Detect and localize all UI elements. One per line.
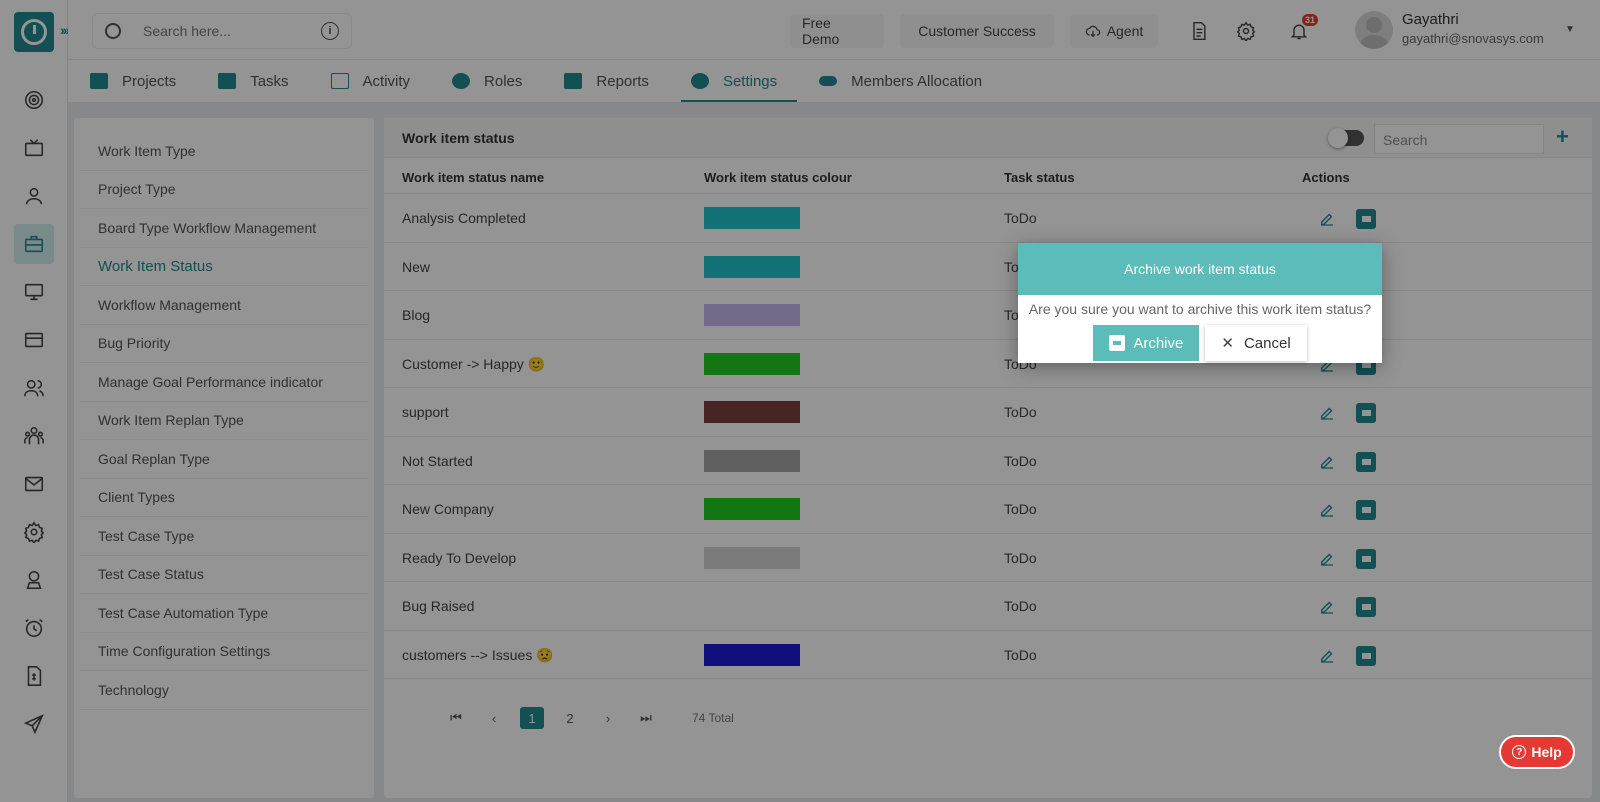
dialog-message: Are you sure you want to archive this wo… (1028, 301, 1372, 317)
dialog-actions: Archive ✕ Cancel (1018, 325, 1382, 361)
archive-button[interactable]: Archive (1093, 325, 1200, 361)
archive-icon (1109, 335, 1126, 351)
question-icon: ? (1512, 745, 1527, 759)
dialog-title: Archive work item status (1018, 243, 1382, 295)
archive-dialog: Archive work item status Are you sure yo… (1018, 243, 1382, 363)
modal-backdrop[interactable] (0, 0, 1600, 802)
cancel-label: Cancel (1243, 334, 1291, 352)
cancel-button[interactable]: ✕ Cancel (1205, 325, 1307, 361)
close-icon: ✕ (1221, 335, 1234, 352)
archive-label: Archive (1133, 334, 1184, 352)
help-label: Help (1531, 744, 1562, 760)
help-button[interactable]: ? Help (1499, 735, 1575, 769)
